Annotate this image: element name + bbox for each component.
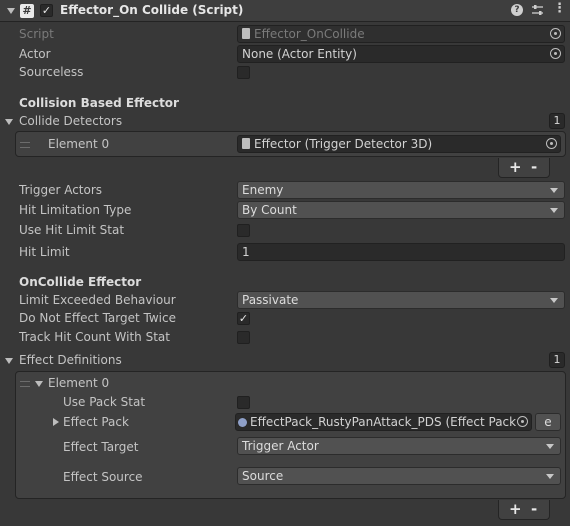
help-icon[interactable]: ? — [511, 4, 523, 16]
object-picker-icon[interactable] — [546, 138, 557, 149]
sliders-icon[interactable] — [531, 4, 544, 17]
remove-element-button[interactable]: - — [531, 500, 537, 518]
do-not-effect-twice-label: Do Not Effect Target Twice — [19, 311, 176, 325]
collision-section-title: Collision Based Effector — [19, 96, 179, 110]
track-hit-count-checkbox[interactable] — [237, 331, 250, 344]
collide-detectors-list: Element 0 Effector (Trigger Detector 3D) — [15, 131, 566, 157]
collide-detectors-label[interactable]: Collide Detectors — [19, 114, 122, 128]
trigger-actors-label: Trigger Actors — [19, 183, 103, 197]
script-icon: # — [20, 4, 34, 18]
component-enabled-checkbox[interactable]: ✓ — [40, 4, 53, 17]
effect-pack-field[interactable]: EffectPack_RustyPanAttack_PDS (Effect Pa… — [235, 413, 532, 431]
effect-definitions-count[interactable]: 1 — [549, 352, 565, 368]
foldout-arrow-icon[interactable] — [5, 119, 13, 125]
collide-detectors-count[interactable]: 1 — [549, 113, 565, 129]
do-not-effect-twice-checkbox[interactable]: ✓ — [237, 312, 250, 325]
sourceless-label: Sourceless — [19, 65, 84, 79]
foldout-arrow-icon[interactable] — [7, 8, 15, 14]
effect-definitions-label[interactable]: Effect Definitions — [19, 353, 122, 367]
foldout-arrow-icon[interactable] — [5, 358, 13, 364]
track-hit-count-label: Track Hit Count With Stat — [19, 330, 170, 344]
script-file-icon — [242, 28, 250, 39]
add-element-button[interactable]: + — [509, 500, 522, 518]
hit-limitation-type-dropdown[interactable]: By Count — [237, 201, 565, 219]
kebab-menu-icon[interactable]: ⋮ — [553, 2, 566, 16]
effect-target-label: Effect Target — [63, 440, 139, 454]
dropdown-arrow-icon — [550, 208, 558, 213]
script-label: Script — [19, 27, 54, 41]
foldout-arrow-icon[interactable] — [53, 418, 59, 426]
add-element-button[interactable]: + — [509, 158, 522, 176]
dropdown-arrow-icon — [546, 474, 554, 479]
effect-definitions-add-remove: + - — [498, 500, 550, 520]
effect-definitions-list: Element 0 Use Pack Stat Effect Pack Effe… — [15, 371, 566, 499]
effect-pack-asset-icon — [238, 418, 247, 427]
drag-handle-icon[interactable] — [20, 142, 30, 148]
detector-element-label: Element 0 — [48, 137, 110, 151]
dropdown-arrow-icon — [550, 188, 558, 193]
oncollide-section-title: OnCollide Effector — [19, 275, 142, 289]
remove-element-button[interactable]: - — [531, 158, 537, 176]
hit-limitation-type-label: Hit Limitation Type — [19, 203, 132, 217]
effect-target-dropdown[interactable]: Trigger Actor — [237, 437, 561, 455]
actor-label: Actor — [19, 47, 51, 61]
component-title: Effector_On Collide (Script) — [60, 3, 244, 17]
trigger-actors-dropdown[interactable]: Enemy — [237, 181, 565, 199]
limit-exceeded-dropdown[interactable]: Passivate — [237, 291, 565, 309]
sourceless-checkbox[interactable] — [237, 66, 250, 79]
effect-source-label: Effect Source — [63, 470, 143, 484]
effect-pack-label: Effect Pack — [63, 415, 129, 429]
dropdown-arrow-icon — [546, 444, 554, 449]
component-header: # ✓ Effector_On Collide (Script) ? ⋮ — [0, 0, 570, 22]
object-picker-icon[interactable] — [550, 48, 561, 59]
object-picker-icon — [550, 28, 561, 39]
limit-exceeded-label: Limit Exceeded Behaviour — [19, 293, 176, 307]
use-hit-limit-stat-label: Use Hit Limit Stat — [19, 223, 125, 237]
use-pack-stat-checkbox[interactable] — [237, 396, 250, 409]
effect-pack-edit-button[interactable]: e — [535, 413, 561, 431]
object-picker-icon[interactable] — [517, 416, 528, 427]
use-hit-limit-stat-checkbox[interactable] — [237, 224, 250, 237]
effect-source-dropdown[interactable]: Source — [237, 467, 561, 485]
use-pack-stat-label: Use Pack Stat — [63, 395, 146, 409]
actor-field[interactable]: None (Actor Entity) — [237, 45, 565, 63]
asset-icon — [242, 138, 250, 149]
collide-detectors-add-remove: + - — [498, 158, 550, 178]
dropdown-arrow-icon — [550, 298, 558, 303]
foldout-arrow-icon[interactable] — [35, 381, 43, 387]
detector-element-field[interactable]: Effector (Trigger Detector 3D) — [237, 135, 561, 153]
hit-limit-label: Hit Limit — [19, 245, 70, 259]
script-field: Effector_OnCollide — [237, 25, 565, 43]
drag-handle-icon[interactable] — [20, 381, 30, 387]
hit-limit-field[interactable]: 1 — [237, 243, 565, 261]
effect-element-label[interactable]: Element 0 — [48, 376, 109, 390]
